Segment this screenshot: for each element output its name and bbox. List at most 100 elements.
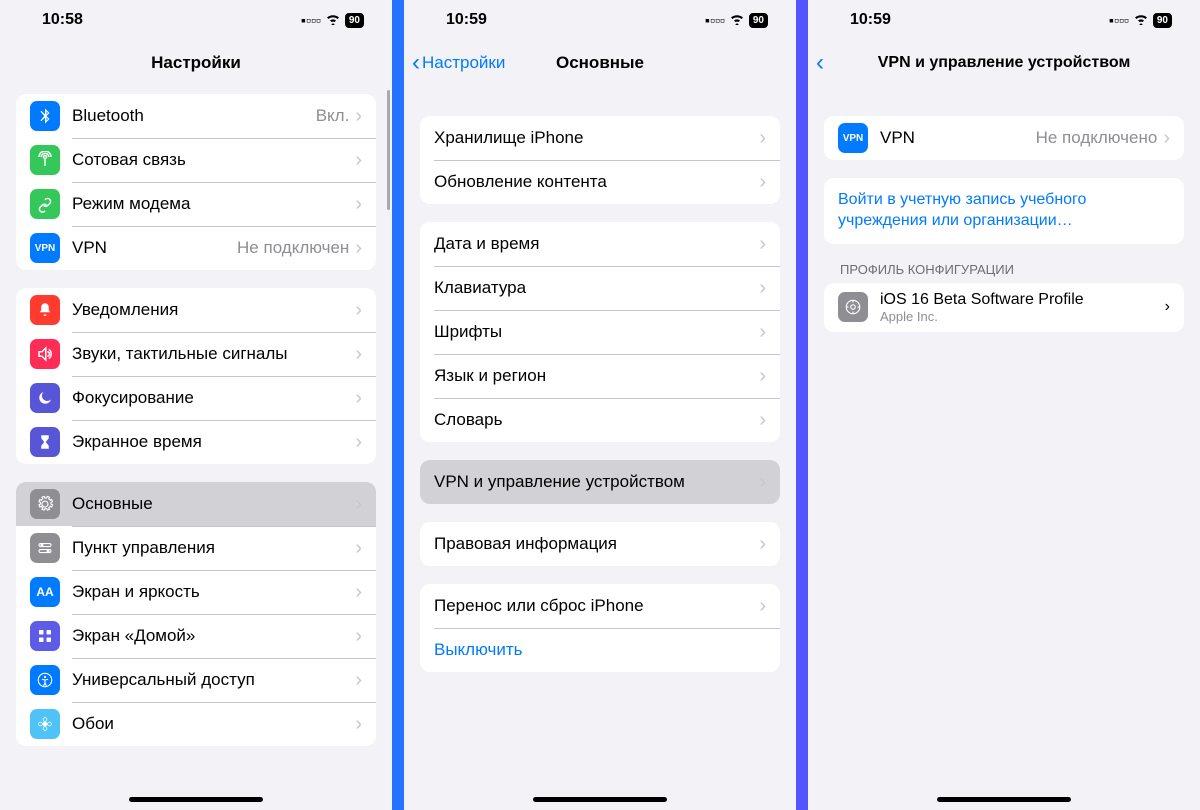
row-accessibility[interactable]: Универсальный доступ › <box>16 658 376 702</box>
cellular-icon: ▪▫▫▫ <box>1109 12 1129 28</box>
signin-link[interactable]: Войти в учетную запись учебного учрежден… <box>824 178 1184 244</box>
phone-screen-1: 10:58 ▪▫▫▫ 90 Настройки Bluetooth Вкл. ›… <box>0 0 392 810</box>
back-button[interactable]: ‹ Настройки <box>412 49 505 77</box>
page-title: Настройки <box>151 53 241 73</box>
row-label: Дата и время <box>434 234 759 254</box>
row-fonts[interactable]: Шрифты › <box>420 310 780 354</box>
row-label: Язык и регион <box>434 366 759 386</box>
row-wallpaper[interactable]: Обои › <box>16 702 376 746</box>
vpn-icon: VPN <box>30 233 60 263</box>
row-detail: Не подключено <box>1036 128 1158 148</box>
clock: 10:58 <box>42 11 83 29</box>
row-label: Клавиатура <box>434 278 759 298</box>
row-keyboard[interactable]: Клавиатура › <box>420 266 780 310</box>
page-title: VPN и управление устройством <box>878 54 1131 72</box>
row-background-refresh[interactable]: Обновление контента › <box>420 160 780 204</box>
home-indicator[interactable] <box>533 797 667 802</box>
row-label: Экран и яркость <box>72 582 355 602</box>
row-shutdown[interactable]: Выключить <box>420 628 780 672</box>
profile-gear-icon <box>838 292 868 322</box>
battery-icon: 90 <box>345 13 364 28</box>
storage-group: Хранилище iPhone › Обновление контента › <box>420 116 780 204</box>
chevron-right-icon: › <box>355 193 362 216</box>
row-label: Уведомления <box>72 300 355 320</box>
phone-screen-2: 10:59 ▪▫▫▫ 90 ‹ Настройки Основные Храни… <box>404 0 796 810</box>
nav-bar: Настройки <box>0 40 392 86</box>
chevron-right-icon: › <box>355 625 362 648</box>
row-storage[interactable]: Хранилище iPhone › <box>420 116 780 160</box>
row-label: Экранное время <box>72 432 355 452</box>
row-general[interactable]: Основные › <box>16 482 376 526</box>
battery-icon: 90 <box>749 13 768 28</box>
row-sounds[interactable]: Звуки, тактильные сигналы › <box>16 332 376 376</box>
chevron-right-icon: › <box>355 343 362 366</box>
row-control-center[interactable]: Пункт управления › <box>16 526 376 570</box>
chevron-right-icon: › <box>355 149 362 172</box>
row-bluetooth[interactable]: Bluetooth Вкл. › <box>16 94 376 138</box>
row-notifications[interactable]: Уведомления › <box>16 288 376 332</box>
chevron-right-icon: › <box>355 105 362 128</box>
chevron-left-icon: ‹ <box>412 49 420 77</box>
chevron-right-icon: › <box>759 321 766 344</box>
link-icon <box>30 189 60 219</box>
row-home-screen[interactable]: Экран «Домой» › <box>16 614 376 658</box>
row-label: Режим модема <box>72 194 355 214</box>
row-detail: Вкл. <box>316 106 350 126</box>
page-title: Основные <box>556 53 644 73</box>
home-indicator[interactable] <box>129 797 263 802</box>
row-configuration-profile[interactable]: iOS 16 Beta Software Profile Apple Inc. … <box>824 283 1184 332</box>
row-label: Сотовая связь <box>72 150 355 170</box>
chevron-right-icon: › <box>355 493 362 516</box>
clock: 10:59 <box>850 11 891 29</box>
vpn-status-group: VPN VPN Не подключено › <box>824 116 1184 160</box>
chevron-right-icon: › <box>759 595 766 618</box>
row-focus[interactable]: Фокусирование › <box>16 376 376 420</box>
cellular-icon: ▪▫▫▫ <box>705 12 725 28</box>
chevron-right-icon: › <box>759 277 766 300</box>
chevron-right-icon: › <box>355 431 362 454</box>
row-screentime[interactable]: Экранное время › <box>16 420 376 464</box>
legal-group: Правовая информация › <box>420 522 780 566</box>
back-label: Настройки <box>422 53 505 73</box>
row-transfer-reset[interactable]: Перенос или сброс iPhone › <box>420 584 780 628</box>
row-hotspot[interactable]: Режим модема › <box>16 182 376 226</box>
status-bar: 10:59 ▪▫▫▫ 90 <box>404 0 796 40</box>
back-button[interactable]: ‹ <box>816 49 826 77</box>
row-label: Пункт управления <box>72 538 355 558</box>
row-label: Фокусирование <box>72 388 355 408</box>
speaker-icon <box>30 339 60 369</box>
row-label: Перенос или сброс iPhone <box>434 596 759 616</box>
home-indicator[interactable] <box>937 797 1071 802</box>
row-cellular[interactable]: Сотовая связь › <box>16 138 376 182</box>
row-datetime[interactable]: Дата и время › <box>420 222 780 266</box>
row-language[interactable]: Язык и регион › <box>420 354 780 398</box>
chevron-right-icon: › <box>355 299 362 322</box>
row-legal[interactable]: Правовая информация › <box>420 522 780 566</box>
general-list: Хранилище iPhone › Обновление контента ›… <box>404 86 796 690</box>
vpn-icon: VPN <box>838 123 868 153</box>
row-vpn[interactable]: VPN VPN Не подключен › <box>16 226 376 270</box>
row-label: Обновление контента <box>434 172 759 192</box>
section-header: ПРОФИЛЬ КОНФИГУРАЦИИ <box>840 262 1168 277</box>
bluetooth-icon <box>30 101 60 131</box>
hourglass-icon <box>30 427 60 457</box>
status-icons: ▪▫▫▫ 90 <box>705 12 768 28</box>
general-group: Основные › Пункт управления › AA Экран и… <box>16 482 376 746</box>
row-label: Звуки, тактильные сигналы <box>72 344 355 364</box>
settings-list: Bluetooth Вкл. › Сотовая связь › Режим м… <box>0 86 392 764</box>
status-icons: ▪▫▫▫ 90 <box>1109 12 1172 28</box>
row-label: VPN <box>880 128 1036 148</box>
row-display[interactable]: AA Экран и яркость › <box>16 570 376 614</box>
row-label: VPN <box>72 238 237 258</box>
switches-icon <box>30 533 60 563</box>
vpn-management-list: VPN VPN Не подключено › Войти в учетную … <box>808 86 1200 350</box>
bell-icon <box>30 295 60 325</box>
status-bar: 10:58 ▪▫▫▫ 90 <box>0 0 392 40</box>
row-vpn-device-management[interactable]: VPN и управление устройством › <box>420 460 780 504</box>
row-dictionary[interactable]: Словарь › <box>420 398 780 442</box>
row-vpn-status[interactable]: VPN VPN Не подключено › <box>824 116 1184 160</box>
chevron-right-icon: › <box>759 233 766 256</box>
row-label: Выключить <box>434 640 766 660</box>
row-label: Словарь <box>434 410 759 430</box>
scroll-indicator[interactable] <box>387 90 390 210</box>
